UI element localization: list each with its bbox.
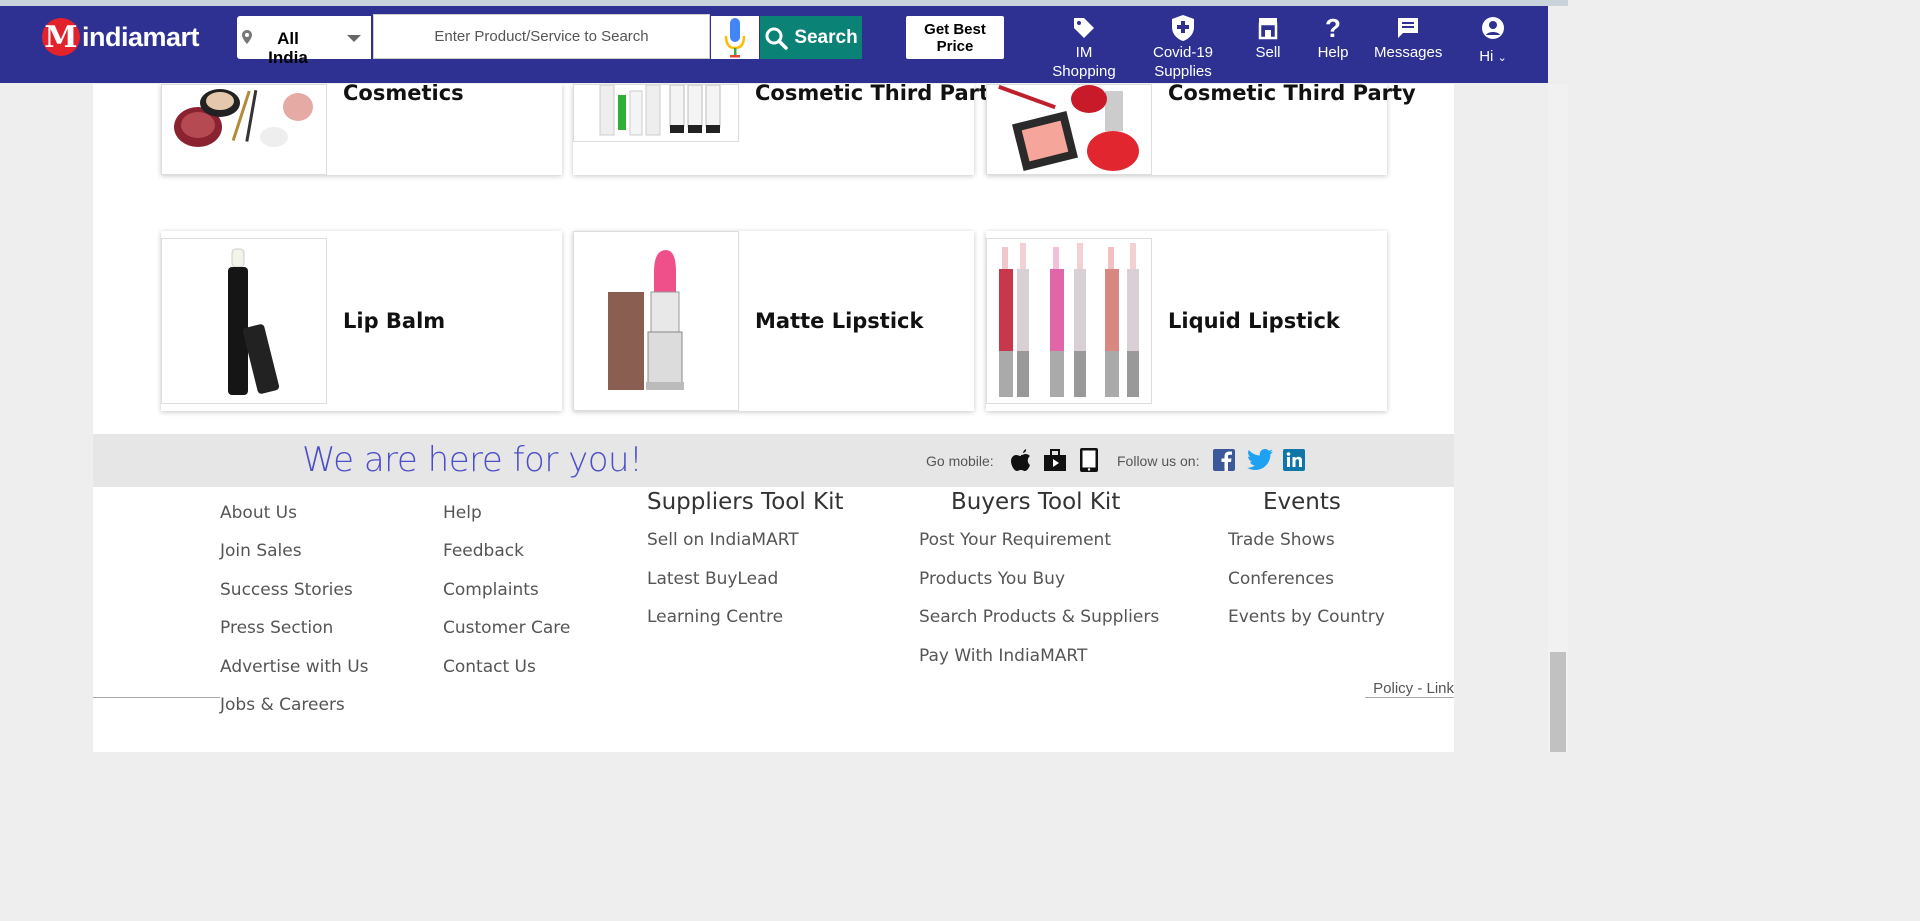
tablet-icon[interactable]	[1077, 447, 1101, 473]
product-name[interactable]: Cosmetics	[343, 84, 464, 105]
product-image[interactable]	[161, 238, 327, 404]
nav-im-shopping[interactable]: IM Shopping	[1050, 13, 1118, 81]
footer-link[interactable]: Customer Care	[443, 618, 570, 638]
footer-link[interactable]: Trade Shows	[1228, 530, 1335, 550]
footer-link[interactable]: About Us	[220, 503, 297, 523]
site-header: M indiamart All India Search Get Best Pr…	[0, 6, 1548, 83]
nav-label: Messages	[1374, 44, 1443, 61]
linkedin-icon[interactable]	[1283, 449, 1305, 471]
nav-label: IM Shopping	[1052, 44, 1116, 80]
footer-tagline: We are here for you!	[302, 440, 643, 480]
location-select[interactable]: All India	[237, 16, 371, 67]
product-card[interactable]: Matte Lipstick	[573, 231, 974, 411]
product-name[interactable]: Matte Lipstick	[755, 309, 923, 333]
footer-link[interactable]: Press Section	[220, 618, 333, 638]
page-scrollbar[interactable]	[1548, 84, 1568, 752]
footer-link[interactable]: Contact Us	[443, 657, 536, 677]
nav-label: Sell	[1255, 44, 1281, 61]
search-button[interactable]: Search	[760, 16, 862, 59]
nav-label: Hi	[1479, 48, 1494, 65]
main-content: Cosmetics Cosmetic Third Party Cosmetic …	[93, 84, 1454, 752]
location-pin-icon	[242, 30, 252, 44]
user-icon	[1482, 17, 1504, 39]
footer-link[interactable]: Learning Centre	[647, 607, 783, 627]
cosmetics-image	[174, 89, 313, 147]
suppliers-tool-kit-heading: Suppliers Tool Kit	[647, 489, 844, 515]
nav-help[interactable]: ? Help	[1313, 13, 1353, 62]
product-name[interactable]: Lip Balm	[343, 309, 445, 333]
search-input[interactable]	[373, 14, 710, 59]
footer-link[interactable]: Pay With IndiaMART	[919, 646, 1087, 666]
events-heading: Events	[1263, 489, 1341, 515]
product-name[interactable]: Cosmetic Third Party	[755, 84, 1003, 105]
product-name[interactable]: Liquid Lipstick	[1168, 309, 1340, 333]
footer-link[interactable]: Post Your Requirement	[919, 530, 1111, 550]
nav-messages[interactable]: Messages	[1374, 13, 1442, 62]
briefcase-play-icon[interactable]	[1043, 447, 1067, 473]
product-name[interactable]: Cosmetic Third Party	[1168, 84, 1416, 105]
nail-polish-image	[998, 84, 1139, 172]
matte-lipstick-image	[608, 250, 684, 390]
footer-link[interactable]: Success Stories	[220, 580, 353, 600]
go-mobile-label: Go mobile:	[926, 453, 994, 469]
footer-divider	[1365, 697, 1454, 698]
facebook-icon[interactable]	[1213, 449, 1235, 471]
product-card[interactable]: Cosmetics	[161, 84, 562, 175]
tag-icon	[1074, 18, 1094, 38]
shield-plus-icon	[1172, 15, 1194, 41]
get-best-price-button[interactable]: Get Best Price	[906, 16, 1004, 59]
nav-label: Covid-19 Supplies	[1152, 44, 1214, 80]
search-button-label: Search	[794, 26, 858, 48]
footer-link[interactable]: Advertise with Us	[220, 657, 369, 677]
product-card[interactable]: Cosmetic Third Party	[986, 84, 1416, 175]
footer-link[interactable]: Latest BuyLead	[647, 569, 778, 589]
footer-link[interactable]: Conferences	[1228, 569, 1334, 589]
nav-user-menu[interactable]: Hi ⌄	[1474, 13, 1512, 68]
voice-search-button[interactable]	[711, 16, 759, 59]
microphone-icon	[724, 17, 746, 57]
chat-icon	[1398, 18, 1418, 38]
indiamart-logo[interactable]: M indiamart	[42, 18, 200, 56]
location-value: All India	[268, 29, 308, 67]
footer-link[interactable]: Events by Country	[1228, 607, 1385, 627]
logo-text: indiamart	[82, 21, 200, 52]
footer-link[interactable]: Help	[443, 503, 482, 523]
footer-link[interactable]: Complaints	[443, 580, 539, 600]
nav-label: Help	[1317, 44, 1349, 61]
question-icon: ?	[1325, 12, 1341, 43]
footer-link[interactable]: Feedback	[443, 541, 524, 561]
product-card[interactable]: Lip Balm	[161, 231, 562, 411]
chevron-down-icon	[347, 35, 361, 42]
footer-link[interactable]: Sell on IndiaMART	[647, 530, 799, 550]
logo-mark: M	[42, 18, 80, 56]
nav-covid-supplies[interactable]: Covid-19 Supplies	[1148, 13, 1218, 81]
cosmetic-bottles-image	[599, 84, 721, 136]
product-image[interactable]	[573, 231, 739, 411]
liquid-lipstick-image	[999, 243, 1139, 397]
footer-link[interactable]: Jobs & Careers	[220, 695, 345, 715]
store-icon	[1258, 18, 1278, 40]
nav-sell[interactable]: Sell	[1248, 13, 1288, 62]
policy-link[interactable]: Policy - Link	[1365, 680, 1454, 697]
buyers-tool-kit-heading: Buyers Tool Kit	[951, 489, 1121, 515]
product-card[interactable]: Cosmetic Third Party	[573, 84, 1003, 175]
footer-link[interactable]: Join Sales	[220, 541, 302, 561]
scrollbar-thumb[interactable]	[1550, 652, 1566, 752]
product-image[interactable]	[573, 84, 739, 142]
product-image[interactable]	[986, 238, 1152, 404]
lip-balm-image	[228, 248, 280, 395]
apple-icon[interactable]	[1009, 447, 1033, 473]
product-card[interactable]: Liquid Lipstick	[986, 231, 1387, 411]
product-image[interactable]	[986, 84, 1152, 175]
search-icon	[765, 27, 789, 50]
product-image[interactable]	[161, 84, 327, 175]
chevron-down-icon: ⌄	[1497, 52, 1507, 64]
footer-link[interactable]: Products You Buy	[919, 569, 1065, 589]
footer-divider	[93, 697, 220, 698]
follow-us-label: Follow us on:	[1117, 453, 1200, 469]
footer-band: We are here for you! Go mobile: Follow u…	[93, 434, 1454, 487]
footer-link[interactable]: Search Products & Suppliers	[919, 607, 1159, 627]
twitter-icon[interactable]	[1247, 449, 1273, 471]
